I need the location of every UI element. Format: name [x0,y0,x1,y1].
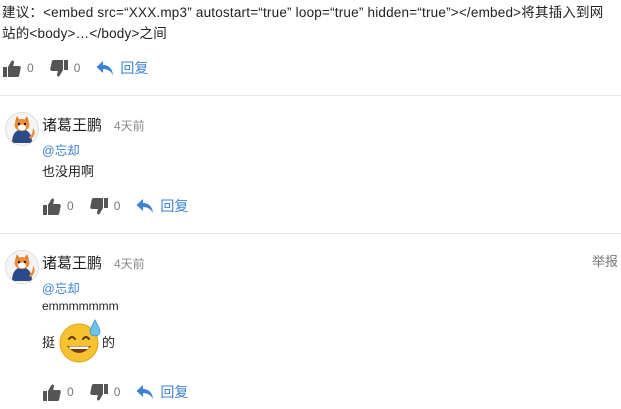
divider [0,95,621,96]
report-button[interactable]: 举报 [592,251,618,270]
dislike-button[interactable]: 0 [89,383,121,401]
username[interactable]: 诸葛王鹏 [42,252,102,273]
reply-button[interactable]: 回复 [136,196,188,216]
reply-button[interactable]: 回复 [96,58,148,78]
comment-text-after: 的 [102,334,116,350]
thumbs-up-icon [43,383,61,401]
sweat-smile-emoji-icon [59,319,101,363]
comment-emoji-line: 挺 的 [42,318,115,364]
comment-text: 也没用啊 [42,164,95,179]
post-actions: 0 0 回复 [3,58,148,78]
like-count: 0 [67,385,74,399]
thumbs-up-icon [43,197,61,215]
dislike-count: 0 [113,385,121,399]
comment-text: emmmmmmm [42,299,119,313]
dislike-count: 0 [73,61,81,75]
like-button[interactable]: 0 [43,197,74,215]
thumbs-down-icon [89,197,108,215]
fox-avatar-icon [6,251,38,283]
like-count: 0 [67,199,74,213]
comment-actions: 0 0 回复 [43,382,188,402]
fox-avatar-icon [6,113,38,145]
username[interactable]: 诸葛王鹏 [42,114,102,135]
like-button[interactable]: 0 [43,383,74,401]
avatar[interactable] [5,250,39,284]
dislike-count: 0 [113,199,121,213]
mention-link[interactable]: @忘却 [42,278,80,297]
reply-button[interactable]: 回复 [136,382,188,402]
reply-arrow-icon [96,61,114,75]
avatar[interactable] [5,112,39,146]
thumbs-up-icon [3,59,21,77]
reply-arrow-icon [136,385,154,399]
like-count: 0 [27,61,34,75]
dislike-button[interactable]: 0 [49,59,81,77]
comment-actions: 0 0 回复 [43,196,188,216]
thumbs-down-icon [89,383,108,401]
reply-label: 回复 [160,198,189,214]
comment-time: 4天前 [114,119,145,133]
reply-label: 回复 [120,60,149,76]
mention-link[interactable]: @忘却 [42,140,80,159]
comment-time: 4天前 [114,257,145,271]
like-button[interactable]: 0 [3,59,34,77]
dislike-button[interactable]: 0 [89,197,121,215]
reply-label: 回复 [160,384,189,400]
thumbs-down-icon [49,59,68,77]
reply-arrow-icon [136,199,154,213]
comment-text-before: 挺 [42,334,56,350]
divider [0,233,621,234]
post-text: 建议：<embed src=“XXX.mp3” autostart=“true”… [2,5,604,41]
